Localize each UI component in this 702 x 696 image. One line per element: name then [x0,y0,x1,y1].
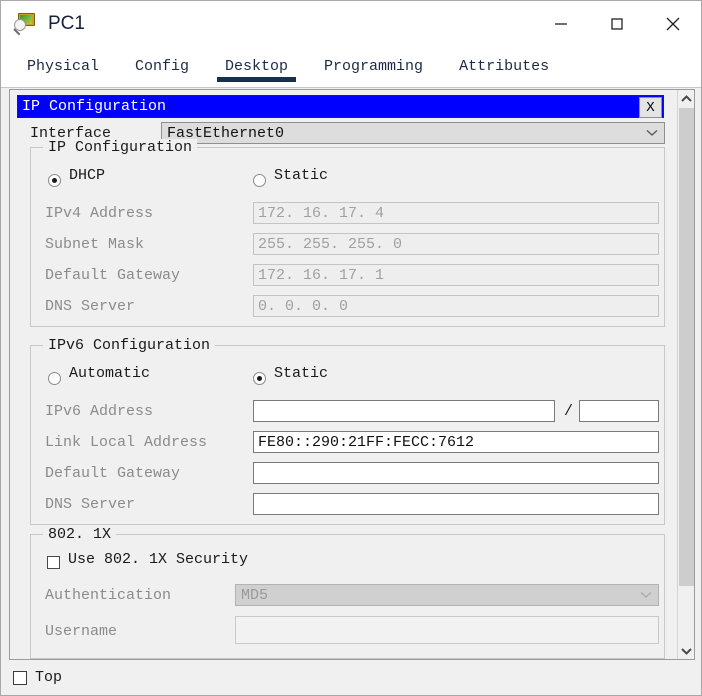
interface-select[interactable]: FastEthernet0 [161,122,665,144]
ipv6-prefix-separator: / [564,403,574,420]
top-label: Top [35,669,63,686]
ip-configuration-close-button[interactable]: X [639,97,662,118]
ipv6-group-title: IPv6 Configuration [43,337,216,354]
close-button[interactable] [645,1,701,47]
ipv4-default-gateway-input[interactable]: 172. 16. 17. 1 [253,264,659,286]
radio-static-ipv6-label: Static [274,365,329,382]
authentication-select-value: MD5 [241,586,269,604]
dot1x-group-title: 802. 1X [43,526,117,543]
radio-static-ipv4[interactable] [253,174,266,187]
ipv4-address-input[interactable]: 172. 16. 17. 4 [253,202,659,224]
dot1x-group: 802. 1X Use 802. 1X Security Authenticat… [30,526,665,659]
radio-dhcp-label: DHCP [69,167,106,184]
authentication-select[interactable]: MD5 [235,584,659,606]
ipv4-address-label: IPv4 Address [45,205,154,222]
vertical-scrollbar[interactable] [677,90,694,659]
tab-physical[interactable]: Physical [17,55,109,83]
chevron-down-icon [640,587,652,604]
ip-configuration-panel: IP Configuration X Interface FastEtherne… [10,90,678,659]
tab-attributes[interactable]: Attributes [449,55,559,83]
tab-config[interactable]: Config [125,55,199,83]
pc1-window: PC1 Physical Config Desktop Programming … [0,0,702,696]
desktop-content-frame: IP Configuration X Interface FastEtherne… [9,89,695,660]
tab-programming-label: Programming [324,58,424,75]
username-input[interactable] [235,616,659,644]
scroll-up-arrow-icon[interactable] [678,90,694,107]
ipv4-default-gateway-label: Default Gateway [45,267,181,284]
ipv6-default-gateway-input[interactable] [253,462,659,484]
authentication-label: Authentication [45,587,172,604]
bottom-bar: Top [1,660,701,695]
radio-automatic-ipv6[interactable] [48,372,61,385]
ipv6-address-label: IPv6 Address [45,403,154,420]
tab-attributes-label: Attributes [459,58,550,75]
use-dot1x-security-checkbox[interactable] [47,556,60,569]
ipv6-dns-server-label: DNS Server [45,496,136,513]
subnet-mask-input[interactable]: 255. 255. 255. 0 [253,233,659,255]
username-label: Username [45,623,118,640]
ipv6-configuration-group: IPv6 Configuration Automatic Static IPv6… [30,337,665,525]
window-title: PC1 [48,13,85,34]
radio-static-ipv6[interactable] [253,372,266,385]
ip-configuration-header: IP Configuration X [17,95,664,118]
maximize-button[interactable] [589,1,645,47]
minimize-button[interactable] [533,1,589,47]
window-titlebar: PC1 [1,1,701,47]
use-dot1x-security-label: Use 802. 1X Security [68,551,249,568]
top-checkbox[interactable] [13,670,27,685]
radio-static-ipv4-label: Static [274,167,329,184]
ipv4-dns-server-label: DNS Server [45,298,136,315]
tab-strip: Physical Config Desktop Programming Attr… [1,47,701,88]
link-local-address-label: Link Local Address [45,434,208,451]
ipv6-address-input[interactable] [253,400,555,422]
tab-desktop-label: Desktop [225,58,289,75]
tab-physical-label: Physical [27,58,100,75]
tab-desktop[interactable]: Desktop [215,55,298,83]
pc-magnifier-icon [12,11,38,37]
ipv6-default-gateway-label: Default Gateway [45,465,181,482]
tab-programming[interactable]: Programming [314,55,433,83]
chevron-down-icon [646,125,658,142]
tab-config-label: Config [135,58,190,75]
scrollbar-thumb[interactable] [679,108,694,586]
ip-configuration-title: IP Configuration [22,98,167,115]
link-local-address-input[interactable]: FE80::290:21FF:FECC:7612 [253,431,659,453]
subnet-mask-label: Subnet Mask [45,236,145,253]
ipv4-configuration-group: IP Configuration DHCP Static IPv4 Addres… [30,139,665,327]
radio-automatic-ipv6-label: Automatic [69,365,151,382]
ipv4-group-title: IP Configuration [43,139,198,156]
ipv6-prefix-input[interactable] [579,400,659,422]
radio-dhcp[interactable] [48,174,61,187]
ipv4-dns-server-input[interactable]: 0. 0. 0. 0 [253,295,659,317]
ipv6-dns-server-input[interactable] [253,493,659,515]
scroll-down-arrow-icon[interactable] [678,642,694,659]
window-controls [533,1,701,47]
